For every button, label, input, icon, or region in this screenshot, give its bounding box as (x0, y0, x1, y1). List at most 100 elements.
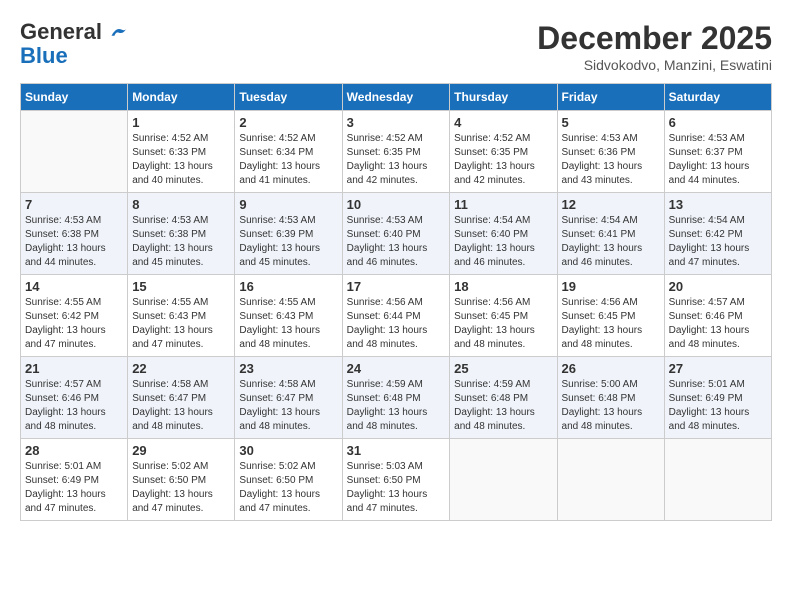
month-year-title: December 2025 (537, 20, 772, 57)
header-friday: Friday (557, 84, 664, 111)
info-line: Sunrise: 4:53 AM (562, 132, 660, 146)
cell-w4-d7: 27Sunrise: 5:01 AMSunset: 6:49 PMDayligh… (664, 357, 771, 439)
info-line: Daylight: 13 hours and 48 minutes. (669, 406, 767, 434)
info-line: Sunrise: 4:56 AM (454, 296, 552, 310)
info-line: Daylight: 13 hours and 47 minutes. (25, 324, 123, 352)
header-wednesday: Wednesday (342, 84, 450, 111)
cell-w1-d3: 2Sunrise: 4:52 AMSunset: 6:34 PMDaylight… (235, 111, 342, 193)
day-info: Sunrise: 5:01 AMSunset: 6:49 PMDaylight:… (25, 460, 123, 516)
day-number: 10 (347, 197, 446, 212)
day-info: Sunrise: 5:02 AMSunset: 6:50 PMDaylight:… (132, 460, 230, 516)
info-line: Sunrise: 4:52 AM (239, 132, 337, 146)
info-line: Sunrise: 4:58 AM (132, 378, 230, 392)
info-line: Sunset: 6:34 PM (239, 146, 337, 160)
day-number: 30 (239, 443, 337, 458)
day-info: Sunrise: 4:53 AMSunset: 6:36 PMDaylight:… (562, 132, 660, 188)
day-number: 16 (239, 279, 337, 294)
info-line: Sunset: 6:37 PM (669, 146, 767, 160)
info-line: Daylight: 13 hours and 48 minutes. (454, 406, 552, 434)
info-line: Daylight: 13 hours and 45 minutes. (132, 242, 230, 270)
info-line: Sunrise: 4:55 AM (132, 296, 230, 310)
info-line: Daylight: 13 hours and 47 minutes. (239, 488, 337, 516)
header-monday: Monday (128, 84, 235, 111)
day-info: Sunrise: 4:56 AMSunset: 6:45 PMDaylight:… (454, 296, 552, 352)
info-line: Sunset: 6:43 PM (239, 310, 337, 324)
cell-w5-d5 (450, 439, 557, 521)
day-number: 29 (132, 443, 230, 458)
info-line: Daylight: 13 hours and 43 minutes. (562, 160, 660, 188)
cell-w3-d6: 19Sunrise: 4:56 AMSunset: 6:45 PMDayligh… (557, 275, 664, 357)
info-line: Sunset: 6:36 PM (562, 146, 660, 160)
info-line: Sunset: 6:38 PM (132, 228, 230, 242)
day-number: 23 (239, 361, 337, 376)
info-line: Sunrise: 4:57 AM (669, 296, 767, 310)
day-number: 5 (562, 115, 660, 130)
day-number: 24 (347, 361, 446, 376)
day-info: Sunrise: 5:01 AMSunset: 6:49 PMDaylight:… (669, 378, 767, 434)
info-line: Sunrise: 4:57 AM (25, 378, 123, 392)
day-number: 11 (454, 197, 552, 212)
info-line: Sunrise: 4:54 AM (454, 214, 552, 228)
cell-w4-d3: 23 Sunrise: 4:58 AMSunset: 6:47 PMDayligh… (235, 357, 342, 439)
day-number: 7 (25, 197, 123, 212)
info-line: Daylight: 13 hours and 46 minutes. (562, 242, 660, 270)
day-number: 31 (347, 443, 446, 458)
day-info: Sunrise: 4:53 AMSunset: 6:37 PMDaylight:… (669, 132, 767, 188)
day-info: Sunrise: 4:57 AMSunset: 6:46 PMDaylight:… (669, 296, 767, 352)
info-line: Sunrise: 5:01 AM (669, 378, 767, 392)
info-line: Sunset: 6:45 PM (562, 310, 660, 324)
cell-w2-d7: 13Sunrise: 4:54 AMSunset: 6:42 PMDayligh… (664, 193, 771, 275)
day-info: Sunrise: 4:52 AMSunset: 6:34 PMDaylight:… (239, 132, 337, 188)
info-line: Daylight: 13 hours and 40 minutes. (132, 160, 230, 188)
info-line: Sunset: 6:49 PM (669, 392, 767, 406)
cell-w1-d1 (21, 111, 128, 193)
info-line: Sunset: 6:40 PM (347, 228, 446, 242)
info-line: Daylight: 13 hours and 44 minutes. (669, 160, 767, 188)
info-line: Daylight: 13 hours and 48 minutes. (239, 324, 337, 352)
info-line: Sunrise: 4:55 AM (25, 296, 123, 310)
info-line: Sunrise: 4:53 AM (347, 214, 446, 228)
day-info: Sunrise: 4:54 AMSunset: 6:41 PMDaylight:… (562, 214, 660, 270)
info-line: Sunset: 6:42 PM (25, 310, 123, 324)
day-number: 8 (132, 197, 230, 212)
day-info: Sunrise: 4:52 AMSunset: 6:35 PMDaylight:… (347, 132, 446, 188)
cell-w3-d3: 16 Sunrise: 4:55 AMSunset: 6:43 PMDayligh… (235, 275, 342, 357)
cell-w3-d5: 18 Sunrise: 4:56 AMSunset: 6:45 PMDayligh… (450, 275, 557, 357)
info-line: Sunrise: 4:54 AM (669, 214, 767, 228)
info-line: Sunrise: 4:52 AM (132, 132, 230, 146)
cell-w2-d5: 11 Sunrise: 4:54 AMSunset: 6:40 PMDayligh… (450, 193, 557, 275)
calendar-header-row: SundayMondayTuesdayWednesdayThursdayFrid… (21, 84, 772, 111)
info-line: Sunrise: 4:56 AM (562, 296, 660, 310)
day-number: 18 (454, 279, 552, 294)
page-header: General Blue December 2025 Sidvokodvo, M… (20, 20, 772, 73)
cell-w1-d2: 1Sunrise: 4:52 AMSunset: 6:33 PMDaylight… (128, 111, 235, 193)
info-line: Sunset: 6:38 PM (25, 228, 123, 242)
week-row-2: 7Sunrise: 4:53 AMSunset: 6:38 PMDaylight… (21, 193, 772, 275)
logo-blue-text: Blue (20, 43, 68, 68)
info-line: Sunrise: 4:59 AM (347, 378, 446, 392)
day-info: Sunrise: 4:58 AMSunset: 6:47 PMDaylight:… (239, 378, 337, 434)
info-line: Sunset: 6:40 PM (454, 228, 552, 242)
info-line: Sunset: 6:47 PM (132, 392, 230, 406)
week-row-4: 21Sunrise: 4:57 AMSunset: 6:46 PMDayligh… (21, 357, 772, 439)
logo-bird-icon (110, 25, 128, 39)
info-line: Daylight: 13 hours and 46 minutes. (454, 242, 552, 270)
header-tuesday: Tuesday (235, 84, 342, 111)
cell-w4-d6: 26Sunrise: 5:00 AMSunset: 6:48 PMDayligh… (557, 357, 664, 439)
info-line: Daylight: 13 hours and 48 minutes. (347, 324, 446, 352)
info-line: Sunrise: 4:55 AM (239, 296, 337, 310)
info-line: Sunset: 6:35 PM (454, 146, 552, 160)
info-line: Sunrise: 4:58 AM (239, 378, 337, 392)
cell-w2-d3: 9Sunrise: 4:53 AMSunset: 6:39 PMDaylight… (235, 193, 342, 275)
day-info: Sunrise: 4:53 AMSunset: 6:38 PMDaylight:… (25, 214, 123, 270)
info-line: Sunset: 6:48 PM (454, 392, 552, 406)
header-saturday: Saturday (664, 84, 771, 111)
info-line: Daylight: 13 hours and 48 minutes. (347, 406, 446, 434)
day-info: Sunrise: 4:57 AMSunset: 6:46 PMDaylight:… (25, 378, 123, 434)
cell-w1-d5: 4Sunrise: 4:52 AMSunset: 6:35 PMDaylight… (450, 111, 557, 193)
info-line: Sunrise: 5:02 AM (239, 460, 337, 474)
day-number: 28 (25, 443, 123, 458)
cell-w5-d4: 31Sunrise: 5:03 AMSunset: 6:50 PMDayligh… (342, 439, 450, 521)
info-line: Sunset: 6:43 PM (132, 310, 230, 324)
info-line: Sunrise: 4:52 AM (347, 132, 446, 146)
